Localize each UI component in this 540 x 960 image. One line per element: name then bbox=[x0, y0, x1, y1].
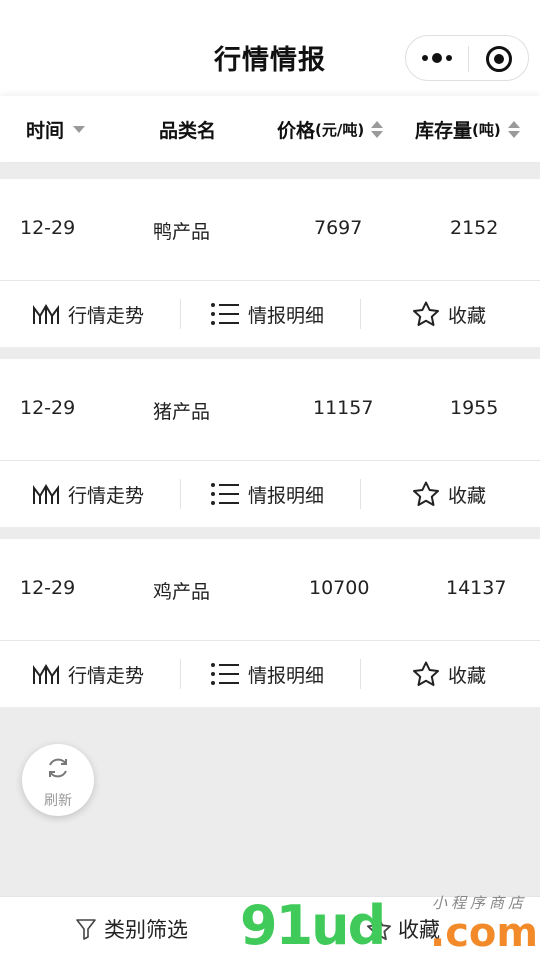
trend-chart-icon bbox=[33, 664, 59, 684]
market-card: 12-29 鸭产品 7697 2152 行情走势 情报明细 收藏 bbox=[0, 179, 540, 347]
navigation-bar: 行情情报 bbox=[0, 0, 540, 96]
bottom-bar: 类别筛选 收藏 bbox=[0, 896, 540, 960]
table-header: 时间 品类名 价格 (元/吨) 库存量 (吨) bbox=[0, 96, 540, 162]
trend-button[interactable]: 行情走势 bbox=[32, 641, 144, 707]
table-row[interactable]: 12-29 鸭产品 7697 2152 bbox=[0, 179, 540, 280]
row-actions: 行情走势 情报明细 收藏 bbox=[0, 281, 540, 347]
star-icon bbox=[413, 661, 439, 686]
header-stock[interactable]: 库存量 (吨) bbox=[415, 116, 520, 143]
detail-button[interactable]: 情报明细 bbox=[210, 461, 324, 527]
action-divider bbox=[360, 659, 361, 689]
capsule-divider bbox=[468, 46, 469, 72]
trend-chart-icon bbox=[33, 304, 59, 324]
filter-icon bbox=[76, 919, 96, 940]
more-icon[interactable] bbox=[422, 48, 452, 68]
list-icon bbox=[211, 303, 239, 325]
trend-button[interactable]: 行情走势 bbox=[32, 281, 144, 347]
table-row[interactable]: 12-29 猪产品 11157 1955 bbox=[0, 359, 540, 460]
star-icon bbox=[367, 917, 391, 941]
star-icon bbox=[413, 301, 439, 326]
row-actions: 行情走势 情报明细 收藏 bbox=[0, 461, 540, 527]
star-icon bbox=[413, 481, 439, 506]
detail-button[interactable]: 情报明细 bbox=[210, 641, 324, 707]
table-row[interactable]: 12-29 鸡产品 10700 14137 bbox=[0, 539, 540, 640]
market-card: 12-29 鸡产品 10700 14137 行情走势 情报明细 收藏 bbox=[0, 539, 540, 707]
action-divider bbox=[180, 299, 181, 329]
action-divider bbox=[360, 299, 361, 329]
row-price: 7697 bbox=[314, 217, 363, 239]
row-date: 12-29 bbox=[20, 397, 76, 419]
refresh-icon bbox=[49, 758, 67, 778]
row-category: 鸭产品 bbox=[153, 221, 211, 243]
row-date: 12-29 bbox=[20, 217, 76, 239]
favorite-button[interactable]: 收藏 bbox=[412, 461, 486, 527]
header-price[interactable]: 价格 (元/吨) bbox=[277, 116, 384, 143]
favorite-button[interactable]: 收藏 bbox=[412, 641, 486, 707]
list-icon bbox=[211, 663, 239, 685]
detail-button[interactable]: 情报明细 bbox=[210, 281, 324, 347]
favorites-tab[interactable]: 收藏 bbox=[366, 897, 440, 960]
row-price: 10700 bbox=[309, 577, 370, 599]
trend-chart-icon bbox=[33, 484, 59, 504]
header-time[interactable]: 时间 bbox=[26, 116, 86, 143]
list-icon bbox=[211, 483, 239, 505]
category-filter-button[interactable]: 类别筛选 bbox=[76, 897, 188, 960]
action-divider bbox=[180, 659, 181, 689]
refresh-button[interactable]: 刷新 bbox=[22, 744, 94, 816]
sort-icon bbox=[507, 121, 520, 138]
close-target-icon[interactable] bbox=[486, 46, 512, 72]
mini-program-capsule bbox=[405, 35, 529, 81]
header-category: 品类名 bbox=[159, 120, 217, 142]
refresh-label: 刷新 bbox=[44, 793, 72, 809]
row-category: 猪产品 bbox=[153, 401, 211, 423]
row-stock: 14137 bbox=[446, 577, 507, 599]
row-price: 11157 bbox=[313, 397, 374, 419]
trend-button[interactable]: 行情走势 bbox=[32, 461, 144, 527]
row-date: 12-29 bbox=[20, 577, 76, 599]
market-card: 12-29 猪产品 11157 1955 行情走势 情报明细 收藏 bbox=[0, 359, 540, 527]
row-stock: 1955 bbox=[450, 397, 499, 419]
row-actions: 行情走势 情报明细 收藏 bbox=[0, 641, 540, 707]
row-stock: 2152 bbox=[450, 217, 499, 239]
dropdown-caret-icon bbox=[73, 126, 86, 133]
favorite-button[interactable]: 收藏 bbox=[412, 281, 486, 347]
action-divider bbox=[180, 479, 181, 509]
row-category: 鸡产品 bbox=[153, 581, 211, 603]
action-divider bbox=[360, 479, 361, 509]
sort-icon bbox=[371, 121, 384, 138]
